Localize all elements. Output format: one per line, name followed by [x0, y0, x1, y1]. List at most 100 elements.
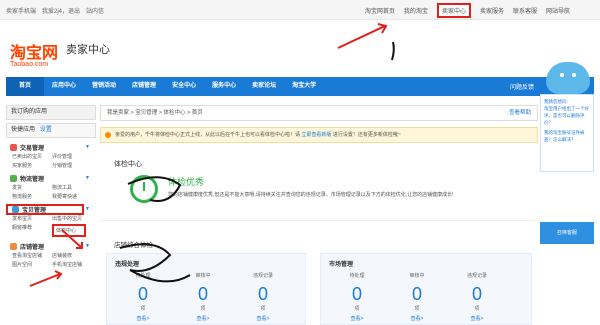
chevron-down-icon[interactable]: ▼ [85, 243, 90, 249]
page-title: 卖家中心 [66, 44, 110, 56]
nav-marketing[interactable]: 营销活动 [84, 77, 124, 96]
view-link[interactable]: 查看> [327, 315, 387, 322]
view-link[interactable]: 查看> [387, 315, 447, 322]
view-link[interactable]: 查看> [173, 315, 233, 322]
sidebar-link-health-center[interactable]: 体检中心 [52, 224, 86, 237]
group-trade-title[interactable]: 交易管理 [6, 142, 96, 153]
main-content: 我是卖家 > 宝贝管理 > 体检中心 > 首页 查看帮助 亲爱的用户，千牛将体检… [100, 105, 538, 325]
taobao-home-link[interactable]: 淘宝网首页 [365, 6, 395, 18]
brand-row: 淘宝网 Taobao.com 卖家中心 [0, 21, 600, 73]
stat-label: 待处理 [135, 273, 151, 279]
stat-unit: 项 [474, 306, 480, 312]
top-bar: 卖家手机端 我爱2j4，退出 站内信 淘宝网首页 我的淘宝 卖家中心 卖家服务 … [0, 0, 600, 20]
nav-store-management[interactable]: 店铺管理 [124, 77, 164, 96]
sidebar-link[interactable]: 我要寄快递 [52, 193, 92, 200]
stat-value: 0 [257, 284, 268, 304]
shirt-icon [12, 206, 19, 213]
group-items: 宝贝管理 ▼ 发布宝贝 出售中的宝贝 橱窗推荐 体检中心 [6, 204, 96, 237]
assistant-greeting: 我猜您想问： [544, 99, 571, 104]
stat-records: 违规记录 0 项 查看> [447, 272, 507, 322]
group-title-label: 店铺管理 [20, 245, 45, 251]
quick-apps-label: 快捷应用 [11, 127, 36, 133]
sidebar-link[interactable]: 已卖出的宝贝 [12, 153, 52, 160]
violation-panel-heading: 违规处理 [115, 262, 140, 268]
group-items-title[interactable]: 宝贝管理 [6, 204, 84, 215]
stat-records: 违规记录 0 项 查看> [233, 272, 293, 322]
stat-label: 审核中 [195, 273, 211, 279]
stat-value: 0 [197, 284, 208, 304]
overall-check-title: 店铺综合体检 [114, 242, 153, 249]
sidebar-link[interactable]: 图片空间 [12, 261, 52, 268]
sidebar-link[interactable]: 买家服务 [12, 162, 52, 169]
group-logistics: 物流管理 ▼ 发货 物流工具 物流服务 我要寄快递 [6, 173, 96, 200]
sidebar-link[interactable]: 物流工具 [52, 184, 92, 191]
group-store-title[interactable]: 店铺管理 [6, 241, 96, 252]
sidebar-link[interactable]: 橱窗推荐 [12, 224, 52, 237]
chevron-down-icon[interactable]: ▼ [85, 175, 90, 181]
breadcrumb: 我是卖家 > 宝贝管理 > 体检中心 > 首页 查看帮助 [100, 105, 538, 121]
view-link[interactable]: 查看> [113, 315, 173, 322]
seller-mobile-link[interactable]: 卖家手机端 [6, 6, 36, 15]
stat-value: 0 [351, 284, 362, 304]
site-nav-link[interactable]: 网站导航 [546, 6, 570, 18]
my-apps-header[interactable]: 我订购的应用 [6, 105, 96, 120]
topbar-left: 卖家手机端 我爱2j4，退出 站内信 [6, 6, 104, 15]
call-service-button[interactable]: 召唤客服 [540, 222, 594, 244]
sidebar-link[interactable]: 分销管理 [52, 162, 92, 169]
breadcrumb-path[interactable]: 我是卖家 > 宝贝管理 > 体检中心 > 首页 [107, 110, 203, 116]
nav-app-center[interactable]: 应用中心 [44, 77, 84, 96]
health-check-title: 体检中心 [114, 161, 142, 168]
view-link[interactable]: 查看> [447, 315, 507, 322]
nav-service-center[interactable]: 服务中心 [204, 77, 244, 96]
notice-tail: 进行设置！还有更多新体检哦~ [332, 132, 401, 138]
sidebar-link[interactable]: 物流服务 [12, 193, 52, 200]
stat-label: 审核中 [409, 273, 425, 279]
sidebar-link[interactable]: 发货 [12, 184, 52, 191]
seller-services-link[interactable]: 卖家服务 [480, 6, 504, 18]
chevron-down-icon[interactable]: ▼ [85, 206, 90, 212]
greeting-text[interactable]: 我爱2j4，退出 [42, 6, 80, 15]
violation-panel: 违规处理 待处理 0 项 查看> 审核中 0 项 查看> 违规记录 0 项 查看… [106, 253, 306, 325]
sidebar-link[interactable]: 店铺装修 [52, 252, 92, 259]
sidebar-link[interactable]: 查看淘宝店铺 [12, 252, 52, 259]
sidebar-link[interactable]: 发布宝贝 [12, 215, 52, 222]
feedback-link[interactable]: 问题反馈 [510, 82, 534, 91]
gauge-icon [130, 175, 158, 203]
sidebar-link[interactable]: 出售中的宝贝 [52, 215, 92, 222]
stat-value: 0 [411, 284, 422, 304]
suggested-question[interactable]: 我的淘宝账号证件被盗？怎么解决？ [544, 129, 590, 143]
info-icon [105, 132, 111, 138]
nav-taobao-university[interactable]: 淘宝大学 [284, 77, 324, 96]
suggested-question[interactable]: 淘宝用户给出了一个好评，是否可以删除评价？ [544, 105, 590, 126]
taobao-logo[interactable]: 淘宝网 Taobao.com [10, 39, 58, 68]
group-store: 店铺管理 ▼ 查看淘宝店铺 店铺装修 图片空间 手机淘宝店铺 [6, 241, 96, 268]
view-link[interactable]: 查看> [233, 315, 293, 322]
store-icon [10, 243, 17, 250]
messages-link[interactable]: 站内信 [86, 6, 104, 15]
health-status: 体检优秀 [168, 177, 205, 187]
trade-icon [10, 144, 17, 151]
quick-apps-settings-link[interactable]: 设置 [40, 127, 52, 133]
health-check-section: 体检中心 体检优秀 您的店铺健康度优秀,但还是不能大意哦,请持续关注并查询您的违… [100, 151, 538, 221]
stat-reviewing: 审核中 0 项 查看> [387, 272, 447, 322]
group-logistics-title[interactable]: 物流管理 [6, 173, 96, 184]
stat-unit: 项 [354, 306, 360, 312]
nav-home[interactable]: 首页 [6, 77, 45, 96]
store-overall-check: 店铺综合体检 违规处理 待处理 0 项 查看> 审核中 0 项 查看> 违规记录 [100, 235, 538, 325]
contact-service-link[interactable]: 联系客服 [513, 6, 537, 18]
sidebar-link[interactable]: 手机淘宝店铺 [52, 261, 92, 268]
view-help-link[interactable]: 查看帮助 [509, 106, 531, 120]
stat-unit: 项 [200, 306, 206, 312]
sidebar-link[interactable]: 评价管理 [52, 153, 92, 160]
group-title-label: 物流管理 [20, 177, 45, 183]
stat-unit: 项 [260, 306, 266, 312]
nav-security-center[interactable]: 安全中心 [164, 77, 204, 96]
seller-center-link[interactable]: 卖家中心 [436, 3, 471, 18]
notice-link[interactable]: 立即查看新版 [301, 132, 331, 138]
nav-seller-forum[interactable]: 卖家论坛 [244, 77, 284, 96]
robot-avatar-icon[interactable] [546, 62, 590, 94]
my-taobao-link[interactable]: 我的淘宝 [404, 6, 428, 18]
chevron-down-icon[interactable]: ▼ [85, 144, 90, 150]
quick-apps-header: 快捷应用 设置 [6, 123, 96, 138]
stat-value: 0 [137, 284, 148, 304]
